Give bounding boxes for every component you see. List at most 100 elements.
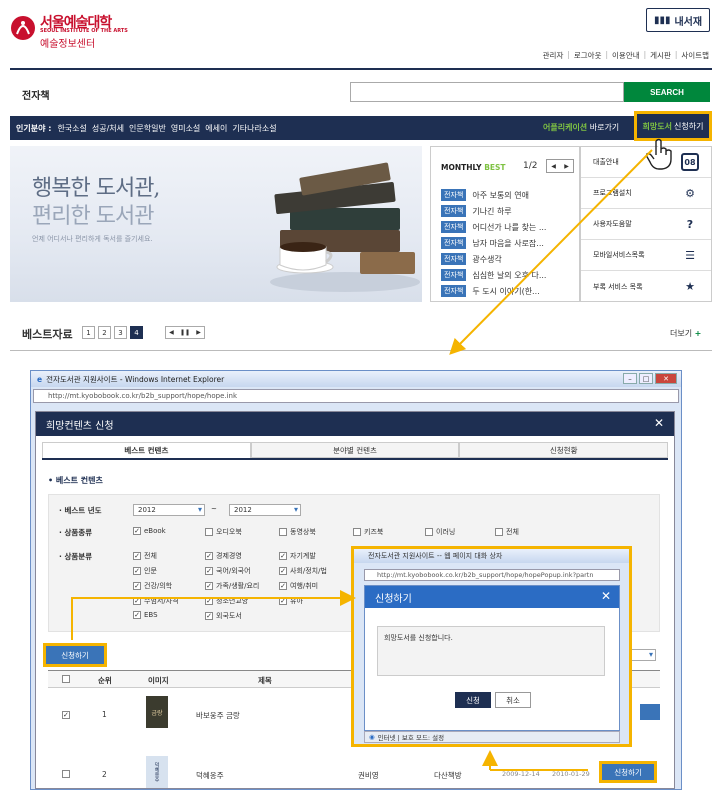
ie-address-bar[interactable]: http://mt.kyobobook.co.kr/b2b_support/ho… — [33, 389, 679, 403]
page-3[interactable]: 3 — [114, 326, 127, 339]
class-checkbox[interactable]: ✓ 사회/정치/법 — [279, 566, 327, 576]
calendar-icon: 08 — [681, 153, 699, 171]
type-audio-checkbox[interactable]: 오디오북 — [205, 527, 242, 537]
more-link[interactable]: 더보기 + — [670, 328, 701, 339]
year-to-select[interactable]: 2012 — [229, 504, 301, 516]
type-video-checkbox[interactable]: 동영상북 — [279, 527, 316, 537]
row-checkbox[interactable]: ✓ — [62, 710, 70, 719]
header-divider — [10, 68, 712, 70]
category-essay[interactable]: 에세이 — [205, 123, 227, 134]
type-elearning-checkbox[interactable]: 이러닝 — [425, 527, 455, 537]
list-item[interactable]: 전자책 아주 보통의 연애 — [441, 189, 529, 201]
close-icon[interactable]: ✕ — [601, 589, 611, 603]
year-label: · 베스트 년도 — [59, 506, 102, 515]
logo-icon — [11, 16, 35, 40]
dialog-address-bar: http://mt.kyobobook.co.kr/b2b_support/ho… — [364, 569, 620, 581]
side-item-help[interactable]: 사용자도움말? — [581, 209, 711, 240]
pause-icon: ❚❚ — [179, 329, 191, 336]
link-sitemap[interactable]: 사이트맵 — [681, 50, 709, 61]
side-item-mobile[interactable]: 모바일서비스목록 ☰ — [581, 240, 711, 271]
maximize-button[interactable]: □ — [639, 373, 653, 384]
category-other-novel[interactable]: 기타나라소설 — [232, 123, 276, 134]
close-window-button[interactable]: ✕ — [655, 373, 677, 384]
list-item[interactable]: 전자책 광수생각 — [441, 253, 502, 265]
list-item[interactable]: 전자책 남자 마음을 사로잡... — [441, 237, 544, 249]
list-icon: ☰ — [685, 248, 695, 262]
best-divider — [10, 350, 712, 351]
class-checkbox[interactable]: ✓ 자기계발 — [279, 551, 316, 561]
app-link[interactable]: 어플리케이션 바로가기 — [543, 122, 619, 133]
category-humanities[interactable]: 인문학일반 — [129, 123, 166, 134]
class-checkbox[interactable]: ✓ 전체 — [133, 551, 157, 561]
star-icon: ★ — [685, 280, 695, 293]
tab-status[interactable]: 신청현황 — [459, 442, 669, 458]
side-item-appendix[interactable]: 부록 서비스 목록 ★ — [581, 271, 711, 302]
row-apply-button[interactable] — [640, 704, 660, 720]
class-checkbox[interactable]: ✓ 여행/취미 — [279, 581, 318, 591]
type-kids-checkbox[interactable]: 키즈북 — [353, 527, 383, 537]
row-date: 2010-01-29 — [552, 770, 590, 778]
list-item[interactable]: 전자책 두 도시 이야기(한... — [441, 285, 540, 297]
confirm-button[interactable]: 신청 — [455, 692, 491, 708]
cancel-button[interactable]: 취소 — [495, 692, 531, 708]
side-item-install[interactable]: 프로그램설치 ⚙ — [581, 178, 711, 209]
dialog-message: 희망도서를 신청합니다. — [377, 626, 605, 676]
monthly-best-page: 1/2 — [523, 161, 538, 171]
link-board[interactable]: 게시판 — [650, 50, 671, 61]
page-2[interactable]: 2 — [98, 326, 111, 339]
link-guide[interactable]: 이용안내 — [612, 50, 640, 61]
dialog-title: 신청하기 — [365, 586, 619, 608]
category-korean-novel[interactable]: 한국소설 — [57, 123, 86, 134]
year-from-select[interactable]: 2012 — [133, 504, 205, 516]
book-thumbnail[interactable]: 덕혜옹주 — [146, 756, 168, 788]
class-checkbox[interactable]: ✓ 수험서/자격 — [133, 596, 179, 606]
search-input[interactable] — [350, 82, 624, 102]
ie-titlebar: e 전자도서관 지원사이트 - Windows Internet Explore… — [31, 371, 681, 387]
book-thumbnail[interactable]: 금랑 — [146, 696, 168, 728]
row-title[interactable]: 덕혜옹주 — [196, 770, 224, 781]
close-icon[interactable]: ✕ — [654, 416, 664, 430]
class-checkbox[interactable]: ✓ 국어/외국어 — [205, 566, 251, 576]
link-admin[interactable]: 관리자 — [543, 50, 564, 61]
modal-title: 희망컨텐츠 신청 — [36, 412, 674, 436]
page-4[interactable]: 4 — [130, 326, 143, 339]
main-banner: 행복한 도서관, 편리한 도서관 언제 어디서나 편리하게 독서를 즐기세요. — [10, 146, 422, 302]
type-ebook-checkbox[interactable]: ✓ eBook — [133, 527, 166, 535]
slide-controls[interactable]: ◀ ❚❚ ▶ — [165, 326, 205, 339]
list-item[interactable]: 전자책 기나긴 하루 — [441, 205, 512, 217]
ie-icon: e — [37, 374, 43, 384]
class-checkbox[interactable]: ✓ 인문 — [133, 566, 157, 576]
class-checkbox[interactable]: ✓ 건강/의학 — [133, 581, 172, 591]
page-size-select[interactable] — [628, 649, 656, 661]
select-all-checkbox[interactable] — [62, 675, 70, 685]
page-1[interactable]: 1 — [82, 326, 95, 339]
row-title[interactable]: 바보웅주 금랑 — [196, 710, 240, 721]
class-checkbox[interactable]: ✓ 유아 — [279, 596, 303, 606]
section-title: 전자책 — [22, 91, 50, 102]
link-logout[interactable]: 로그아웃 — [574, 50, 602, 61]
question-icon: ? — [686, 217, 694, 231]
monthly-best-pager[interactable]: ◀ ▶ — [546, 159, 574, 173]
category-success[interactable]: 성공/처세 — [92, 123, 124, 134]
row-apply-button[interactable]: 신청하기 — [599, 761, 657, 783]
search-button[interactable]: SEARCH — [624, 82, 710, 102]
class-checkbox[interactable]: ✓ 경제경영 — [205, 551, 242, 561]
tab-best[interactable]: 베스트 컨텐츠 — [42, 442, 251, 458]
tab-category[interactable]: 분야별 컨텐츠 — [250, 442, 460, 458]
class-checkbox[interactable]: ✓ 가족/생활/요리 — [205, 581, 259, 591]
top-links: 관리자 | 로그아웃 | 이용안내 | 게시판 | 사이트맵 — [542, 50, 709, 61]
list-item[interactable]: 전자책 어디선가 나를 찾는 ... — [441, 221, 546, 233]
row-checkbox[interactable] — [62, 770, 70, 780]
modal-tabs: 베스트 컨텐츠 분야별 컨텐츠 신청현황 — [42, 442, 669, 460]
type-all-checkbox[interactable]: 전체 — [495, 527, 519, 537]
apply-button[interactable]: 신청하기 — [43, 643, 107, 667]
window-controls: – □ ✕ — [623, 373, 677, 384]
class-checkbox[interactable]: ✓ 외국도서 — [205, 611, 242, 621]
class-checkbox[interactable]: ✓ 청소년교양 — [205, 596, 248, 606]
list-item[interactable]: 전자책 심심한 날의 오후 다... — [441, 269, 546, 281]
category-english-novel[interactable]: 영미소설 — [171, 123, 200, 134]
header-image: 이미지 — [148, 676, 169, 685]
minimize-button[interactable]: – — [623, 373, 637, 384]
my-library-button[interactable]: ▮▮▮ 내서재 — [646, 8, 710, 32]
class-checkbox[interactable]: ✓ EBS — [133, 611, 158, 619]
